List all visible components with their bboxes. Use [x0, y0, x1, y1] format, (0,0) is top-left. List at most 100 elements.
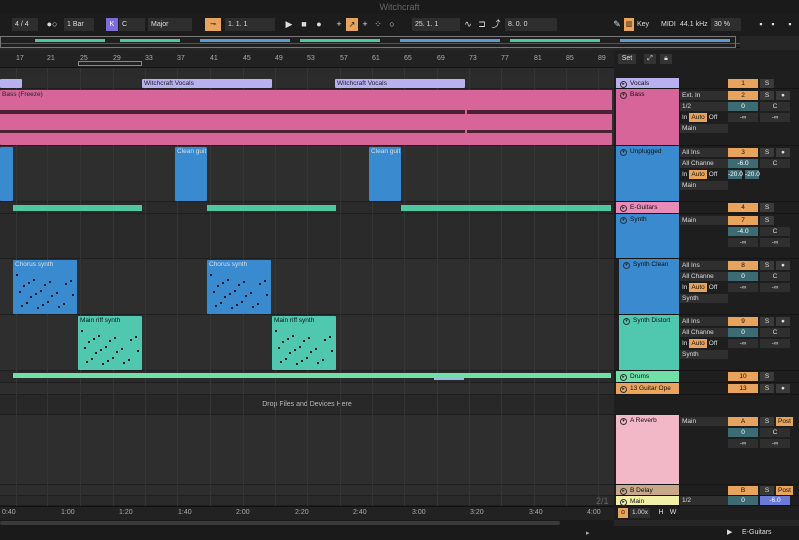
- pan-field[interactable]: C: [760, 227, 790, 236]
- fold-icon[interactable]: ▸: [620, 81, 627, 88]
- loop-brace[interactable]: [78, 61, 142, 66]
- solo-button[interactable]: S: [760, 372, 774, 381]
- solo-button[interactable]: S: [760, 203, 774, 212]
- track-header-bass[interactable]: ▾ Bass Ext. In 1/2 In Auto Off Main 2 S ● 0…: [614, 89, 799, 146]
- arm-button[interactable]: ●: [776, 317, 790, 326]
- post-button[interactable]: Post: [776, 417, 793, 426]
- send-a-field[interactable]: -∞: [728, 283, 758, 292]
- solo-button[interactable]: S: [760, 384, 774, 393]
- main-volume-field[interactable]: -6.0: [760, 496, 790, 505]
- solo-button[interactable]: S: [760, 216, 774, 225]
- arm-button[interactable]: ●: [776, 148, 790, 157]
- fold-icon[interactable]: ▾: [623, 262, 630, 269]
- send-b-field[interactable]: -∞: [760, 439, 790, 448]
- w-button[interactable]: W: [668, 508, 678, 518]
- fold-icon[interactable]: ▾: [620, 217, 627, 224]
- fold-icon[interactable]: ▾: [620, 92, 627, 99]
- track-header-b-delay[interactable]: ▸ B Delay B S Post: [614, 485, 799, 496]
- track-header-drums[interactable]: ▸ Drums 10 S: [614, 371, 799, 383]
- track-header-main[interactable]: ▸ Main 1/2 0 -6.0: [614, 496, 799, 506]
- arm-button[interactable]: ●: [776, 261, 790, 270]
- channel-select[interactable]: 1/2: [680, 102, 728, 111]
- clean-guitar-clip[interactable]: Clean guit: [369, 147, 401, 201]
- send-b-field[interactable]: -20.0: [745, 170, 760, 179]
- post-button[interactable]: Post: [776, 486, 793, 495]
- track-header-synth-clean[interactable]: ▾ Synth Clean All Ins All Channe In Auto Of…: [614, 259, 799, 315]
- drums-clip[interactable]: [13, 373, 611, 378]
- send-b-field[interactable]: -∞: [760, 339, 790, 348]
- activator-button[interactable]: 2: [728, 91, 758, 100]
- fold-icon[interactable]: ▸: [620, 488, 627, 495]
- monitor-switch[interactable]: In Auto Off: [680, 113, 719, 122]
- track-header-e-guitars[interactable]: ▸ E-Guitars 4 S: [614, 202, 799, 214]
- monitor-switch[interactable]: In Auto Off: [680, 339, 719, 348]
- output-select[interactable]: Main: [680, 216, 728, 225]
- input-select[interactable]: All Ins: [680, 261, 728, 270]
- add-icon[interactable]: +: [334, 18, 344, 31]
- fold-icon[interactable]: ▸: [620, 205, 627, 212]
- main-riff-synth-clip[interactable]: Main riff synth: [272, 316, 336, 370]
- chorus-synth-clip[interactable]: Chorus synth: [13, 260, 77, 314]
- volume-field[interactable]: 0: [728, 102, 758, 111]
- vocals-clip[interactable]: [0, 79, 22, 88]
- main-riff-synth-clip[interactable]: Main riff synth: [78, 316, 142, 370]
- channel-select[interactable]: All Channe: [680, 272, 728, 281]
- send-b-field[interactable]: -∞: [760, 113, 790, 122]
- drums-clip[interactable]: [434, 377, 464, 380]
- solo-button[interactable]: S: [760, 486, 774, 495]
- output-select[interactable]: Synth: [680, 350, 728, 359]
- group-clip-bar[interactable]: [13, 205, 142, 211]
- output-select[interactable]: Main: [680, 417, 728, 426]
- arm-button[interactable]: ●: [776, 91, 790, 100]
- volume-field[interactable]: -4.0: [728, 227, 758, 236]
- arm-button[interactable]: ●: [776, 384, 790, 393]
- fold-icon[interactable]: ▾: [620, 418, 627, 425]
- send-a-field[interactable]: -20.0: [728, 170, 743, 179]
- chorus-synth-clip[interactable]: Chorus synth: [207, 260, 271, 314]
- automation-arm-icon[interactable]: ↗: [346, 18, 358, 31]
- arrangement-view[interactable]: Drop Files and Devices Here Witchcraft V…: [0, 68, 614, 506]
- time-signature[interactable]: 4 / 4: [12, 18, 38, 31]
- punch-out-icon[interactable]: ⤴: [490, 18, 502, 31]
- channel-select[interactable]: 1/2: [680, 496, 728, 505]
- unplugged-clip[interactable]: [0, 147, 13, 201]
- clean-guitar-clip[interactable]: Clean guit: [175, 147, 207, 201]
- activator-button[interactable]: 7: [728, 216, 758, 225]
- activator-button[interactable]: 3: [728, 148, 758, 157]
- activator-button[interactable]: 4: [728, 203, 758, 212]
- fold-icon[interactable]: ▾: [623, 318, 630, 325]
- solo-button[interactable]: S: [760, 148, 774, 157]
- solo-button[interactable]: S: [760, 91, 774, 100]
- draw-mode-icon[interactable]: ✎: [611, 18, 623, 31]
- fold-icon[interactable]: ▾: [620, 149, 627, 156]
- collapse-icon[interactable]: ▸: [586, 529, 594, 537]
- track-play-icon[interactable]: ▶: [727, 528, 735, 538]
- pan-field[interactable]: C: [760, 102, 790, 111]
- loop-length[interactable]: 8. 0. 0: [505, 18, 557, 31]
- monitor-switch[interactable]: In Auto Off: [680, 170, 719, 179]
- solo-button[interactable]: S: [760, 79, 774, 88]
- vocals-clip[interactable]: Witchcraft Vocals: [335, 79, 465, 88]
- metronome-icon[interactable]: ●○: [42, 18, 62, 31]
- fold-icon[interactable]: ▸: [620, 374, 627, 381]
- volume-field[interactable]: -6.0: [728, 159, 758, 168]
- session-record-icon[interactable]: ○: [386, 18, 398, 31]
- output-select[interactable]: Main: [680, 124, 728, 133]
- bass-clip[interactable]: Bass (Freeze): [0, 90, 612, 145]
- channel-select[interactable]: All Channe: [680, 159, 728, 168]
- input-select[interactable]: All Ins: [680, 317, 728, 326]
- input-select[interactable]: Ext. In: [680, 91, 728, 100]
- volume-field[interactable]: 0: [728, 428, 758, 437]
- lock-icon[interactable]: 🔒︎: [660, 54, 672, 64]
- send-b-field[interactable]: -∞: [760, 283, 790, 292]
- song-position[interactable]: 1. 1. 1: [225, 18, 275, 31]
- monitor-switch[interactable]: In Auto Off: [680, 283, 719, 292]
- loop-start[interactable]: 25. 1. 1: [412, 18, 460, 31]
- activator-button[interactable]: B: [728, 486, 758, 495]
- quantize-select[interactable]: 1 Bar: [64, 18, 94, 31]
- activator-button[interactable]: 8: [728, 261, 758, 270]
- pan-field[interactable]: C: [760, 328, 790, 337]
- group-clip-bar[interactable]: [207, 205, 336, 211]
- track-header-a-reverb[interactable]: ▾ A Reverb Main A S Post 0 C -∞ -∞: [614, 415, 799, 485]
- fold-icon[interactable]: ▸: [620, 499, 627, 506]
